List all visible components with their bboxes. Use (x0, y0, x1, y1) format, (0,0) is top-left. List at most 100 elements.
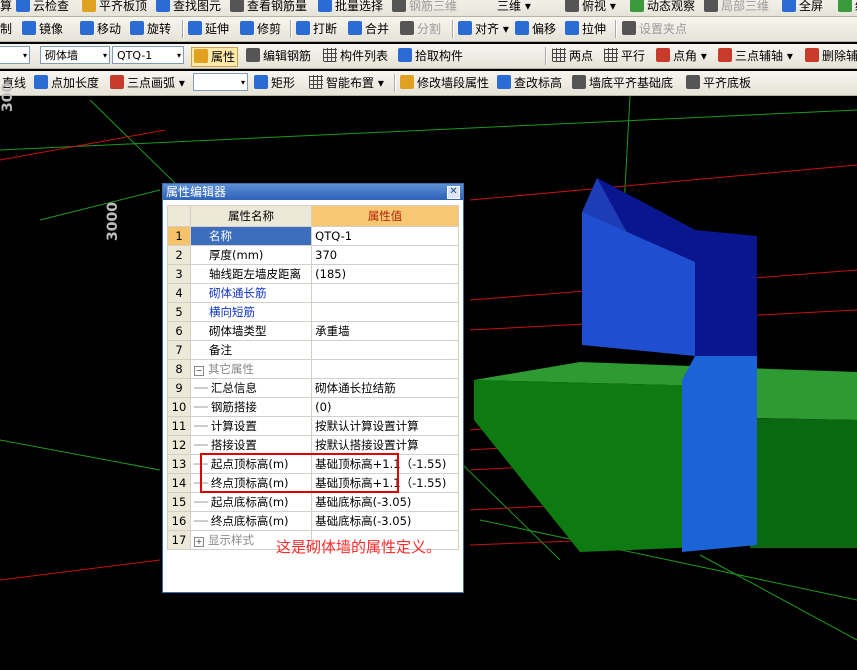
property-value[interactable]: 按默认计算设置计算 (311, 416, 459, 436)
find-element-button[interactable]: 查找图元 (156, 0, 221, 15)
split-button[interactable]: 分割 (400, 20, 441, 38)
highlight-box (200, 453, 399, 493)
property-name: 搭接设置 (210, 438, 257, 452)
smart-layout-button[interactable]: 智能布置 ▾ (309, 74, 384, 92)
row-number: 12 (167, 435, 191, 455)
dimension-label: 3000 (105, 202, 121, 241)
property-value[interactable] (311, 340, 459, 360)
edit-rebar-button[interactable]: 编辑钢筋 (246, 47, 311, 65)
property-value[interactable]: 承重墙 (311, 321, 459, 341)
cloud-check-button[interactable]: 云检查 (16, 0, 69, 15)
table-row[interactable]: 1 名称 QTQ-1 (167, 226, 459, 246)
extend-icon (188, 21, 202, 35)
three-point-arc-button[interactable]: 三点画弧 ▾ (110, 74, 185, 92)
parallel-aux-button[interactable]: 平行 (604, 47, 645, 65)
point-angle-icon (656, 48, 670, 62)
close-button[interactable]: ✕ (447, 186, 460, 199)
set-grip-button[interactable]: 设置夹点 (622, 20, 687, 38)
property-name: 汇总信息 (210, 381, 257, 395)
table-row[interactable]: 8 − 其它属性 (167, 359, 459, 379)
align-bottom-slab-button[interactable]: 平齐底板 (686, 74, 751, 92)
local-3d-button[interactable]: 局部三维 (704, 0, 769, 15)
top-view-button[interactable]: 俯视 ▾ (565, 0, 616, 15)
floor-combo[interactable]: ▾ (0, 46, 30, 64)
extend-button[interactable]: 延伸 (188, 20, 229, 38)
property-value[interactable]: (0) (311, 397, 459, 417)
align-icon (458, 21, 472, 35)
expand-icon[interactable]: + (194, 537, 204, 547)
view-rebar-button[interactable]: 查看钢筋量 (230, 0, 307, 15)
property-value[interactable] (311, 302, 459, 322)
table-row[interactable]: 6 砌体墙类型 承重墙 (167, 321, 459, 341)
component-name-combo[interactable]: QTQ-1 ▾ (112, 46, 184, 64)
smart-layout-icon (309, 75, 323, 89)
two-points-aux-button[interactable]: 两点 (552, 47, 593, 65)
arc-icon (110, 75, 124, 89)
bottom-slab-icon (686, 75, 700, 89)
table-row[interactable]: 11 ── 计算设置 按默认计算设置计算 (167, 416, 459, 436)
properties-button[interactable]: 属性 (191, 47, 239, 67)
table-row[interactable]: 12 ── 搭接设置 按默认搭接设置计算 (167, 435, 459, 455)
point-angle-aux-button[interactable]: 点角 ▾ (656, 47, 707, 65)
component-list-button[interactable]: 构件列表 (323, 47, 388, 65)
rotate-icon (130, 21, 144, 35)
property-value[interactable]: 基础底标高(-3.05) (311, 511, 459, 531)
zoom-icon (838, 0, 852, 12)
rotate-button[interactable]: 旋转 (130, 20, 171, 38)
property-value[interactable]: QTQ-1 (311, 226, 459, 246)
rectangle-button[interactable]: 矩形 (254, 74, 295, 92)
mirror-button[interactable]: 镜像 (22, 20, 63, 38)
table-row[interactable]: 9 ── 汇总信息 砌体通长拉结筋 (167, 378, 459, 398)
row-number: 13 (167, 454, 191, 474)
copy-button[interactable]: 制 (0, 20, 12, 38)
table-row[interactable]: 16 ── 终点底标高(m) 基础底标高(-3.05) (167, 511, 459, 531)
merge-button[interactable]: 合并 (348, 20, 389, 38)
property-name: 厚度(mm) (189, 245, 313, 265)
pick-component-button[interactable]: 拾取构件 (398, 47, 463, 65)
move-button[interactable]: 移动 (80, 20, 121, 38)
panel-title: 属性编辑器 (163, 184, 463, 200)
orbit-button[interactable]: 动态观察 (630, 0, 695, 15)
table-row[interactable]: 15 ── 起点底标高(m) 基础底标高(-3.05) (167, 492, 459, 512)
table-row[interactable]: 7 备注 (167, 340, 459, 360)
align-slab-top-button[interactable]: 平齐板顶 (82, 0, 147, 15)
modify-wall-segment-button[interactable]: 修改墙段属性 (400, 74, 489, 92)
property-value[interactable]: 按默认搭接设置计算 (311, 435, 459, 455)
property-value[interactable]: (185) (311, 264, 459, 284)
delete-aux-button[interactable]: 删除辅 (805, 47, 857, 65)
table-row[interactable]: 5 横向短筋 (167, 302, 459, 322)
property-value[interactable]: 370 (311, 245, 459, 265)
trim-button[interactable]: 修剪 (240, 20, 281, 38)
row-number: 6 (167, 321, 191, 341)
property-name: 计算设置 (210, 419, 257, 433)
point-length-button[interactable]: 点加长度 (34, 74, 99, 92)
align-button[interactable]: 对齐 ▾ (458, 20, 509, 38)
row-number: 17 (167, 530, 191, 550)
three-point-aux-button[interactable]: 三点辅轴 ▾ (718, 47, 793, 65)
property-value[interactable]: 砌体通长拉结筋 (311, 378, 459, 398)
main-toolbar: 算 云检查 平齐板顶 查找图元 查看钢筋量 批量选择 钢筋三维 三维 ▾ 俯视 … (0, 0, 857, 17)
property-group-other[interactable]: − 其它属性 (189, 359, 313, 379)
property-value[interactable]: 基础底标高(-3.05) (311, 492, 459, 512)
stretch-button[interactable]: 拉伸 (565, 20, 606, 38)
property-value[interactable] (311, 283, 459, 303)
fullscreen-button[interactable]: 全屏 (782, 0, 823, 15)
batch-select-icon (318, 0, 332, 12)
batch-select-button[interactable]: 批量选择 (318, 0, 383, 15)
break-button[interactable]: 打断 (296, 20, 337, 38)
3d-view-button[interactable]: 三维 ▾ (497, 0, 531, 15)
check-elevation-button[interactable]: 查改标高 (497, 74, 562, 92)
table-row[interactable]: 3 轴线距左墙皮距离 (185) (167, 264, 459, 284)
draw-mode-combo[interactable]: ▾ (193, 73, 248, 91)
table-row[interactable]: 2 厚度(mm) 370 (167, 245, 459, 265)
offset-button[interactable]: 偏移 (515, 20, 556, 38)
table-row[interactable]: 4 砌体通长筋 (167, 283, 459, 303)
property-name: 起点底标高(m) (210, 495, 289, 509)
wall-bottom-align-button[interactable]: 墙底平齐基础底 (572, 74, 673, 92)
calc-button[interactable]: 算 (0, 0, 12, 15)
zoom-button[interactable]: 缩 (838, 0, 857, 15)
rebar-3d-button[interactable]: 钢筋三维 (392, 0, 457, 15)
component-type-combo[interactable]: 砌体墙 ▾ (40, 46, 110, 64)
table-row[interactable]: 10 ── 钢筋搭接 (0) (167, 397, 459, 417)
collapse-icon[interactable]: − (194, 366, 204, 376)
